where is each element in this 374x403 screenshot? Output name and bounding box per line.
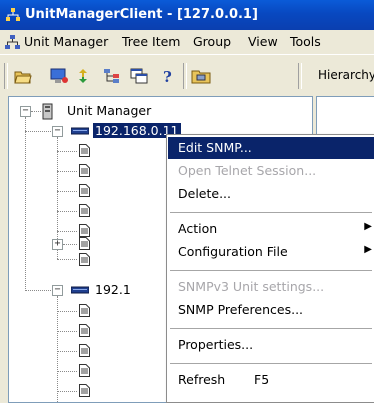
tree-line <box>25 117 26 291</box>
menu-item-label: Properties... <box>178 337 254 352</box>
device-collapse-toggle[interactable]: − <box>52 285 63 296</box>
tree-line <box>57 259 77 260</box>
device-collapse-toggle[interactable]: − <box>52 126 63 137</box>
tree-line <box>57 391 77 392</box>
document-icon <box>79 384 90 397</box>
tree-line <box>57 171 77 172</box>
open-folder-icon <box>14 71 32 84</box>
menu-tools[interactable]: Tools <box>290 34 321 49</box>
tree-line <box>57 191 77 192</box>
menu-item-label: SNMPv3 Unit settings... <box>178 279 325 294</box>
submenu-arrow-icon: ▶ <box>364 244 372 255</box>
context-menu: Edit SNMP... Open Telnet Session... Dele… <box>166 134 374 403</box>
document-icon <box>79 144 90 157</box>
help-button[interactable]: ? <box>157 65 179 87</box>
menu-item-label: Delete... <box>178 186 231 201</box>
app-icon <box>6 8 20 21</box>
menu-tree-item[interactable]: Tree Item <box>122 34 180 49</box>
hierarchy-view-button[interactable] <box>190 65 212 87</box>
tree-line <box>57 331 77 332</box>
document-icon <box>79 224 90 237</box>
menu-item-properties[interactable]: Properties... <box>168 334 374 356</box>
menu-item-open-telnet: Open Telnet Session... <box>168 160 374 182</box>
document-icon <box>79 204 90 217</box>
toolbar: ? Hierarchy <box>0 54 374 95</box>
tree-root-label[interactable]: Unit Manager <box>67 103 151 118</box>
title-bar[interactable]: UnitManagerClient - [127.0.0.1] <box>0 0 374 30</box>
menu-item-snmpv3-settings: SNMPv3 Unit settings... <box>168 276 374 298</box>
hierarchy-label: Hierarchy <box>318 68 374 82</box>
menu-separator <box>170 328 372 330</box>
tree-icon <box>104 69 119 83</box>
tree-line <box>57 211 77 212</box>
tree-line <box>31 111 41 112</box>
document-icon <box>79 184 90 197</box>
window-title: UnitManagerClient - [127.0.0.1] <box>25 7 258 22</box>
document-icon <box>79 324 90 337</box>
menu-bar: Unit Manager Tree Item Group View Tools <box>0 30 374 54</box>
tree-device-label[interactable]: 192.1 <box>95 282 131 297</box>
menu-group[interactable]: Group <box>193 34 231 49</box>
menu-item-delete[interactable]: Delete... <box>168 183 374 205</box>
menu-item-edit-snmp[interactable]: Edit SNMP... <box>168 137 374 159</box>
monitor-icon <box>50 68 68 83</box>
menu-separator <box>170 212 372 214</box>
menu-item-snmp-preferences[interactable]: SNMP Preferences... <box>168 299 374 321</box>
document-icon <box>79 364 90 377</box>
document-icon <box>79 253 90 266</box>
open-folder-button[interactable] <box>12 65 34 87</box>
hierarchy-icon <box>5 35 20 49</box>
menu-item-label: Refresh <box>178 372 226 387</box>
menu-item-label: SNMP Preferences... <box>178 302 304 317</box>
tree-line <box>57 311 77 312</box>
document-icon <box>79 237 90 250</box>
submenu-arrow-icon: ▶ <box>364 221 372 232</box>
toolbar-separator <box>183 63 187 89</box>
network-device-icon <box>71 286 89 294</box>
menu-item-label: Open Telnet Session... <box>178 163 317 178</box>
tree-button[interactable] <box>101 65 123 87</box>
menu-separator <box>170 363 372 365</box>
network-device-icon <box>71 127 89 135</box>
connect-button[interactable] <box>48 65 70 87</box>
menu-item-action[interactable]: Action ▶ <box>168 218 374 240</box>
menu-item-label: Action <box>178 221 218 236</box>
refresh-button[interactable] <box>72 65 94 87</box>
arrows-icon <box>79 69 87 83</box>
document-icon <box>79 304 90 317</box>
menu-item-configuration-file[interactable]: Configuration File ▶ <box>168 241 374 263</box>
tree-line <box>63 244 77 245</box>
windows-icon <box>130 68 148 84</box>
svg-text:?: ? <box>163 68 172 84</box>
document-icon <box>79 344 90 357</box>
toolbar-grip <box>4 63 8 89</box>
windows-button[interactable] <box>128 65 150 87</box>
menu-separator <box>170 270 372 272</box>
tree-line <box>57 231 77 232</box>
folder-network-icon <box>191 70 211 84</box>
menu-item-label: Configuration File <box>178 244 288 259</box>
tree-line <box>57 351 77 352</box>
menu-view[interactable]: View <box>248 34 278 49</box>
menu-unit-manager[interactable]: Unit Manager <box>24 34 108 49</box>
menu-item-shortcut: F5 <box>254 372 270 387</box>
tree-line <box>57 371 77 372</box>
menu-item-label: Edit SNMP... <box>178 140 252 155</box>
document-icon <box>79 164 90 177</box>
help-icon: ? <box>163 68 172 84</box>
menu-item-refresh[interactable]: Refresh F5 <box>168 369 374 391</box>
toolbar-separator-2 <box>298 63 302 89</box>
root-collapse-toggle[interactable]: − <box>20 106 31 117</box>
server-icon <box>42 103 53 120</box>
expand-toggle[interactable]: + <box>52 239 63 250</box>
tree-line <box>57 151 77 152</box>
